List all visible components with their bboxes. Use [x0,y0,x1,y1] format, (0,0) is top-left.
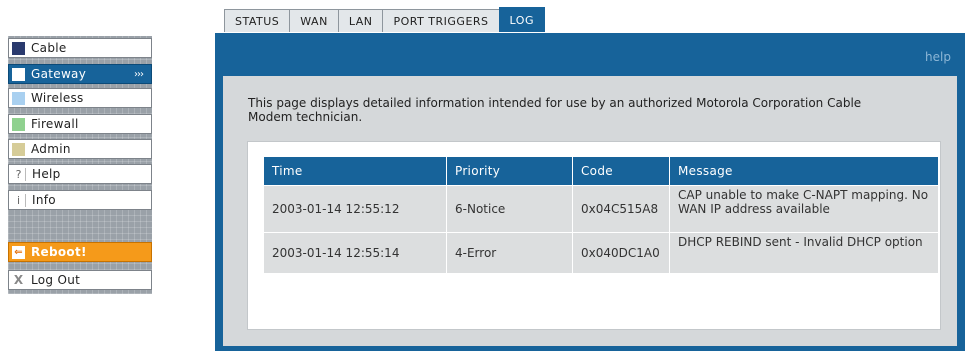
question-icon: ? [12,167,26,181]
cell-priority: 6-Notice [446,185,573,233]
cell-priority: 4-Error [446,232,573,273]
nav-item-label: Info [32,193,56,207]
cell-message: CAP unable to make C-NAPT mapping. No WA… [669,185,938,233]
tab-log[interactable]: LOG [498,7,545,32]
page-description: This page displays detailed information … [248,96,862,124]
nav-item-wireless[interactable]: Wireless [8,88,152,108]
reboot-arrow-icon: ⇐ [12,245,25,259]
column-header-time: Time [264,157,447,186]
tab-wan[interactable]: WAN [289,9,339,32]
side-nav: Cable Gateway ››› Wireless Firewall Admi… [8,36,152,294]
nav-item-gateway[interactable]: Gateway ››› [8,64,152,84]
nav-item-info[interactable]: i Info [8,190,152,210]
log-table: Time Priority Code Message 2003-01-14 12… [264,157,938,273]
content-area: This page displays detailed information … [223,76,957,346]
nav-item-label: Help [32,167,61,181]
nav-item-label: Wireless [31,91,84,105]
main-panel: help This page displays detailed informa… [215,33,965,351]
tab-bar: STATUS WAN LAN PORT TRIGGERS LOG [224,7,545,33]
tab-lan[interactable]: LAN [337,9,384,32]
column-header-priority: Priority [446,157,573,186]
nav-item-logout[interactable]: X Log Out [8,270,152,290]
square-navy-icon [12,41,25,55]
square-tan-icon [12,142,25,156]
chevrons-right-icon: ››› [134,68,144,80]
table-header-row: Time Priority Code Message [264,157,938,186]
nav-item-admin[interactable]: Admin [8,139,152,159]
nav-item-label: Gateway [31,67,87,81]
square-green-icon [12,117,25,131]
cell-time: 2003-01-14 12:55:12 [264,185,447,233]
cell-code: 0x040DC1A0 [572,232,670,273]
nav-item-label: Log Out [31,273,81,287]
square-lightblue-icon [12,91,25,105]
nav-item-label: Reboot! [31,245,87,259]
column-header-message: Message [669,157,938,186]
column-header-code: Code [572,157,670,186]
nav-item-label: Admin [31,142,71,156]
tab-port-triggers[interactable]: PORT TRIGGERS [382,9,500,32]
nav-item-label: Cable [31,41,67,55]
cell-message: DHCP REBIND sent - Invalid DHCP option [669,232,938,273]
cell-time: 2003-01-14 12:55:14 [264,232,447,273]
table-row: 2003-01-14 12:55:14 4-Error 0x040DC1A0 D… [264,232,938,273]
table-row: 2003-01-14 12:55:12 6-Notice 0x04C515A8 … [264,185,938,233]
nav-item-firewall[interactable]: Firewall [8,114,152,134]
nav-item-cable[interactable]: Cable [8,38,152,58]
info-icon: i [12,193,26,207]
help-link[interactable]: help [925,50,951,64]
cell-code: 0x04C515A8 [572,185,670,233]
nav-item-reboot[interactable]: ⇐ Reboot! [8,242,152,262]
log-container: Time Priority Code Message 2003-01-14 12… [247,141,941,330]
nav-item-label: Firewall [31,117,79,131]
x-icon: X [13,272,24,287]
nav-item-help[interactable]: ? Help [8,164,152,184]
square-white-icon [12,67,25,81]
tab-status[interactable]: STATUS [224,9,291,32]
